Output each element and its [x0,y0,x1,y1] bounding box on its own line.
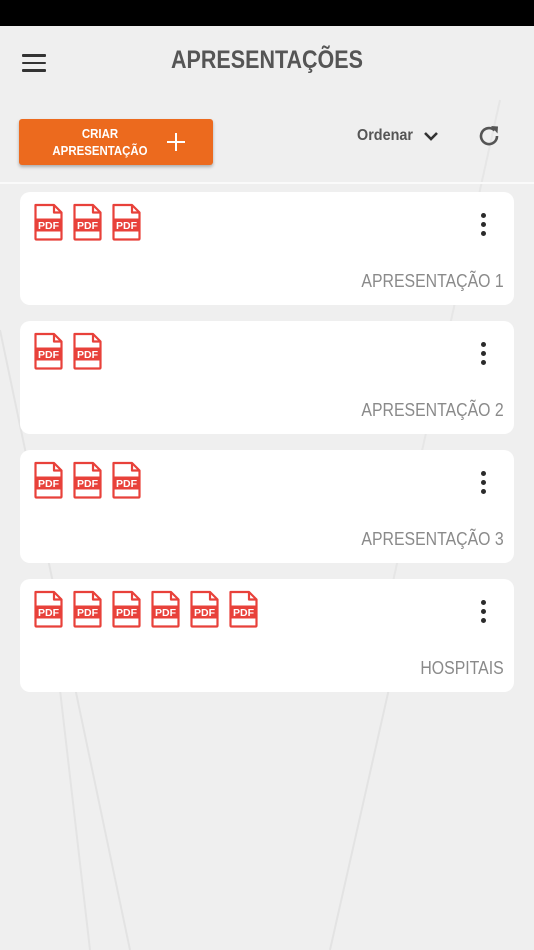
chevron-down-icon [424,132,439,141]
pdf-file-icon[interactable]: PDF [33,203,64,241]
pdf-file-icon[interactable]: PDF [72,461,103,499]
pdf-badge-text: PDF [77,349,99,361]
pdf-file-icon[interactable]: PDF [33,461,64,499]
pdf-badge-text: PDF [77,607,99,619]
menu-dot [480,341,486,347]
create-label-line2: APRESENTAÇÃO [52,143,148,158]
pdf-file-icon[interactable]: PDF [150,590,181,628]
pdf-badge-text: PDF [155,607,177,619]
plus-icon [167,133,185,151]
file-icons-row: PDF PDF PDF [33,203,142,241]
divider [0,182,534,184]
menu-dot [480,470,486,476]
pdf-file-icon[interactable]: PDF [111,461,142,499]
pdf-badge-text: PDF [233,607,255,619]
pdf-file-icon[interactable]: PDF [33,590,64,628]
presentation-card[interactable]: PDF PDF APRESENTAÇÃO 2 [20,321,514,434]
pdf-badge-text: PDF [116,478,138,490]
menu-dot [480,608,486,614]
pdf-file-icon[interactable]: PDF [72,203,103,241]
more-options-icon[interactable] [472,469,494,495]
presentation-title: HOSPITAIS [420,658,504,678]
status-bar [0,0,534,26]
file-icons-row: PDF PDF PDF PDF PDF PDF [33,590,259,628]
sort-label: Ordenar [357,127,414,144]
menu-dot [480,599,486,605]
more-options-icon[interactable] [472,340,494,366]
file-icons-row: PDF PDF PDF [33,461,142,499]
refresh-icon[interactable] [476,123,502,149]
pdf-file-icon[interactable]: PDF [72,590,103,628]
page-title: APRESENTAÇÕES [171,46,363,74]
more-options-icon[interactable] [472,598,494,624]
presentation-title: APRESENTAÇÃO 3 [361,529,504,549]
more-options-icon[interactable] [472,211,494,237]
pdf-file-icon[interactable]: PDF [72,332,103,370]
menu-dot [480,230,486,236]
app-header: APRESENTAÇÕES [0,26,534,100]
pdf-badge-text: PDF [116,220,138,232]
presentation-card[interactable]: PDF PDF PDF PDF PDF PDF HOSPITAIS [20,579,514,692]
toolbar: CRIAR APRESENTAÇÃO Ordenar [0,100,534,182]
create-button-label: CRIAR APRESENTAÇÃO [46,125,153,159]
presentation-card[interactable]: PDF PDF PDF APRESENTAÇÃO 1 [20,192,514,305]
pdf-badge-text: PDF [38,607,60,619]
menu-dot [480,221,486,227]
menu-dot [480,350,486,356]
presentation-title: APRESENTAÇÃO 1 [361,271,504,291]
menu-dot [480,359,486,365]
sort-button[interactable]: Ordenar [357,124,439,148]
pdf-badge-text: PDF [77,220,99,232]
pdf-file-icon[interactable]: PDF [33,332,64,370]
presentation-card[interactable]: PDF PDF PDF APRESENTAÇÃO 3 [20,450,514,563]
menu-dot [480,212,486,218]
pdf-file-icon[interactable]: PDF [189,590,220,628]
pdf-file-icon[interactable]: PDF [111,590,142,628]
pdf-badge-text: PDF [38,220,60,232]
pdf-badge-text: PDF [194,607,216,619]
pdf-badge-text: PDF [38,349,60,361]
pdf-file-icon[interactable]: PDF [111,203,142,241]
pdf-file-icon[interactable]: PDF [228,590,259,628]
file-icons-row: PDF PDF [33,332,103,370]
menu-dot [480,479,486,485]
create-label-line1: CRIAR [81,126,119,141]
pdf-badge-text: PDF [116,607,138,619]
create-presentation-button[interactable]: CRIAR APRESENTAÇÃO [19,119,213,165]
menu-dot [480,617,486,623]
pdf-badge-text: PDF [77,478,99,490]
pdf-badge-text: PDF [38,478,60,490]
menu-dot [480,488,486,494]
presentation-title: APRESENTAÇÃO 2 [361,400,504,420]
